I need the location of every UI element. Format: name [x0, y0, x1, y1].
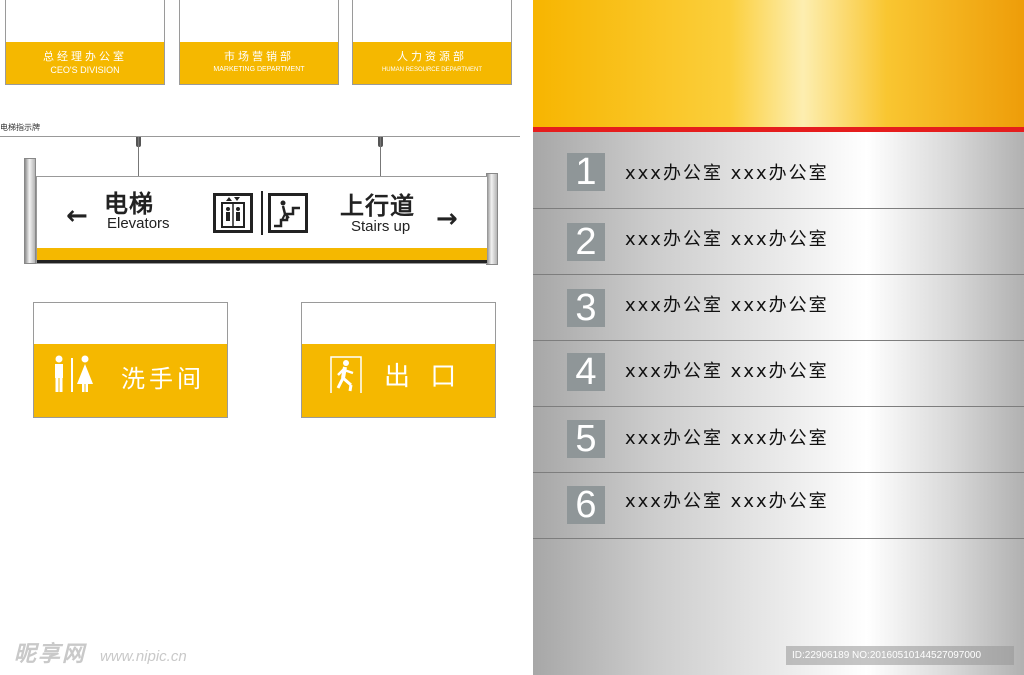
stairs-label-zh: 上行道 — [340, 192, 415, 220]
arrow-left-icon: ← — [66, 201, 88, 231]
dept-sign-en: MARKETING DEPARTMENT — [213, 66, 305, 73]
row-text: xxx办公室 xxx办公室 — [625, 295, 829, 316]
dept-sign-zh: 总经理办公室 — [43, 50, 127, 63]
row-text: xxx办公室 xxx办公室 — [625, 229, 829, 250]
elevator-sign-caption: 电梯指示牌 — [0, 123, 40, 132]
row-number: 3 — [567, 289, 605, 327]
restroom-icon — [50, 354, 96, 398]
stairs-label-en: Stairs up — [351, 218, 411, 235]
dept-sign-band: 人力资源部 HUMAN RESOURCE DEPARTMENT — [353, 42, 511, 84]
directory-row: 1 xxx办公室 xxx办公室 — [533, 143, 1024, 209]
exit-sign: 出 口 — [301, 302, 496, 418]
directory-row: 2 xxx办公室 xxx办公室 — [533, 209, 1024, 275]
dept-sign-hr: 人力资源部 HUMAN RESOURCE DEPARTMENT — [352, 0, 512, 85]
dept-sign-marketing: 市场营销部 MARKETING DEPARTMENT — [179, 0, 339, 85]
dept-sign-zh: 人力资源部 — [397, 50, 467, 63]
watermark-logo: 昵享网 — [14, 642, 87, 667]
directory-row: 6 xxx办公室 xxx办公室 — [533, 473, 1024, 539]
stairs-up-icon — [268, 193, 308, 233]
restroom-sign-band: 洗手间 — [34, 344, 227, 417]
directory-board: 1 xxx办公室 xxx办公室 2 xxx办公室 xxx办公室 3 xxx办公室… — [533, 0, 1024, 675]
watermark-url: www.nipic.cn — [100, 648, 187, 665]
exit-running-man-icon — [329, 355, 363, 399]
image-id-label: ID:22906189 NO:20160510144527097000 — [786, 646, 1014, 665]
sign-endcap-left — [24, 158, 36, 264]
directory-row: 5 xxx办公室 xxx办公室 — [533, 407, 1024, 473]
elevator-icon — [213, 193, 253, 233]
dept-sign-zh: 市场营销部 — [224, 50, 294, 63]
row-text: xxx办公室 xxx办公室 — [625, 163, 829, 184]
restroom-sign: 洗手间 — [33, 302, 228, 418]
row-number: 1 — [567, 153, 605, 191]
hanger-wire-right — [380, 137, 381, 177]
exit-label: 出 口 — [384, 362, 463, 392]
row-number: 2 — [567, 223, 605, 261]
row-text: xxx办公室 xxx办公室 — [625, 428, 829, 449]
row-text: xxx办公室 xxx办公室 — [625, 491, 829, 512]
dept-sign-en: HUMAN RESOURCE DEPARTMENT — [381, 67, 483, 73]
elevator-label-en: Elevators — [107, 215, 170, 232]
row-number: 6 — [567, 486, 605, 524]
dept-sign-band: 市场营销部 MARKETING DEPARTMENT — [180, 42, 338, 84]
dept-sign-ceo: 总经理办公室 CEO'S DIVISION — [5, 0, 165, 85]
exit-sign-band: 出 口 — [302, 344, 495, 417]
sign-yellow-band — [37, 248, 487, 263]
directory-red-rule — [533, 127, 1024, 132]
row-number: 5 — [567, 420, 605, 458]
row-number: 4 — [567, 353, 605, 391]
directory-row: 3 xxx办公室 xxx办公室 — [533, 275, 1024, 341]
directory-header-band — [533, 0, 1024, 127]
pictogram-divider — [261, 191, 263, 235]
arrow-right-icon: → — [436, 204, 458, 234]
dept-sign-band: 总经理办公室 CEO'S DIVISION — [6, 42, 164, 84]
dept-sign-en: CEO'S DIVISION — [50, 65, 120, 75]
elevator-label-zh: 电梯 — [104, 190, 154, 218]
directory-row: 4 xxx办公室 xxx办公室 — [533, 341, 1024, 407]
restroom-label: 洗手间 — [121, 365, 205, 393]
ceiling-line — [0, 136, 520, 137]
hanger-wire-left — [138, 137, 139, 177]
row-text: xxx办公室 xxx办公室 — [625, 361, 829, 382]
